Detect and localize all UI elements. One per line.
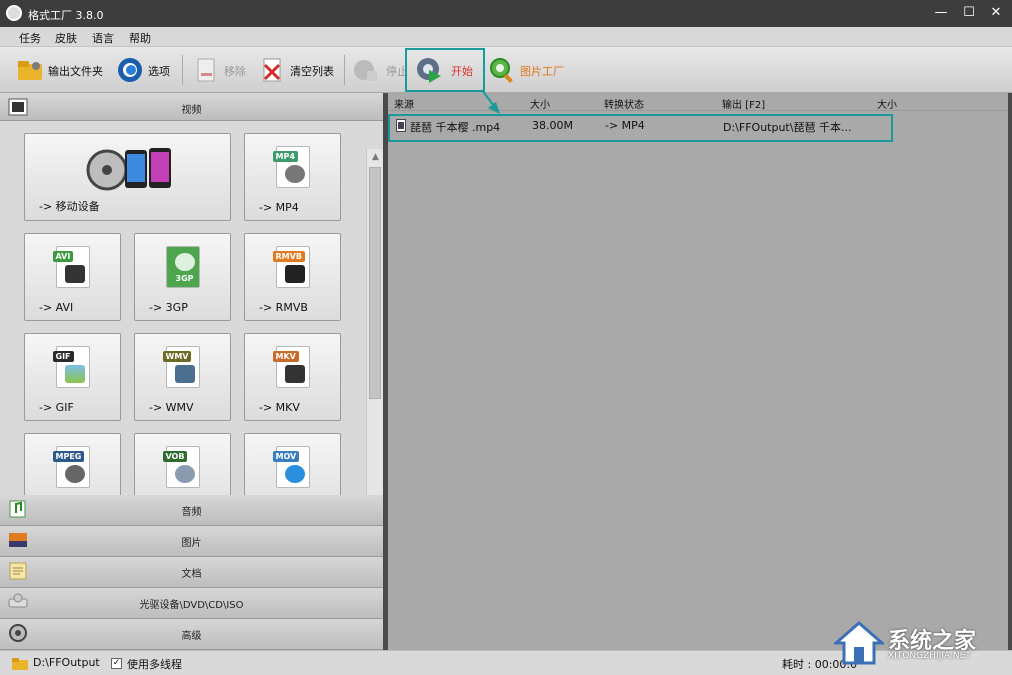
clear-list-icon	[263, 58, 281, 82]
category-document[interactable]: 文档	[0, 557, 383, 588]
format-gif[interactable]: GIF -> GIF	[24, 333, 121, 421]
watermark: 系统之家 XITONGZHIJIA.NET	[830, 617, 1010, 669]
task-list: 来源 大小 转换状态 输出 [F2] 大小 琵琶 千本樱 .mp4 38.00M…	[388, 93, 1008, 650]
maximize-button[interactable]: ☐	[958, 4, 980, 22]
output-folder-button[interactable]: 输出文件夹	[16, 53, 108, 87]
folder-icon	[18, 61, 42, 80]
rmvb-icon: RMVB	[272, 246, 310, 288]
stop-icon	[354, 60, 377, 81]
stop-button[interactable]: 停止	[352, 53, 408, 87]
mkv-icon: MKV	[272, 346, 310, 388]
mobile-device-icon	[86, 148, 171, 191]
avi-icon: AVI	[52, 246, 90, 288]
column-output-size[interactable]: 大小	[877, 96, 897, 111]
wmv-icon: WMV	[162, 346, 200, 388]
toolbar-divider	[344, 55, 345, 85]
vob-icon: VOB	[162, 446, 200, 488]
mpeg-icon: MPEG	[52, 446, 90, 488]
close-button[interactable]: ✕	[985, 4, 1007, 22]
function-panel: 视频 -> 移动设备 MP4 -> MP4 AVI -> AVI 3GP -> …	[0, 93, 383, 650]
format-rmvb[interactable]: RMVB -> RMVB	[244, 233, 341, 321]
multithread-label: 使用多线程	[127, 658, 182, 671]
toolbar: 输出文件夹 选项 移除 清空列表 停止 开始 图片工厂	[0, 47, 1012, 93]
watermark-subtext: XITONGZHIJIA.NET	[888, 651, 971, 661]
category-picture[interactable]: 图片	[0, 526, 383, 557]
minimize-button[interactable]: —	[930, 4, 952, 22]
format-3gp[interactable]: 3GP -> 3GP	[134, 233, 231, 321]
clear-list-button[interactable]: 清空列表	[258, 53, 340, 87]
mp4-icon: MP4	[272, 146, 310, 188]
row-highlight-box	[388, 114, 893, 142]
3gp-icon: 3GP	[165, 246, 200, 288]
window-title: 格式工厂 3.8.0	[28, 9, 104, 22]
format-grid: -> 移动设备 MP4 -> MP4 AVI -> AVI 3GP -> 3GP…	[0, 121, 383, 495]
output-folder-path[interactable]: D:\FFOutput	[33, 656, 100, 669]
menu-task[interactable]: 任务	[19, 30, 41, 46]
multithread-checkbox[interactable]: ✓	[111, 658, 122, 669]
column-size[interactable]: 大小	[530, 96, 550, 111]
menu-language[interactable]: 语言	[92, 30, 114, 46]
format-mp4[interactable]: MP4 -> MP4	[244, 133, 341, 221]
app-logo-icon	[6, 5, 22, 21]
category-optical-drive[interactable]: 光驱设备\DVD\CD\ISO	[0, 588, 383, 619]
output-folder-icon[interactable]	[12, 657, 28, 670]
format-mobile-device[interactable]: -> 移动设备	[24, 133, 231, 221]
start-highlight-box	[405, 48, 485, 92]
toolbar-divider	[182, 55, 183, 85]
remove-button[interactable]: 移除	[192, 53, 252, 87]
format-mkv[interactable]: MKV -> MKV	[244, 333, 341, 421]
title-bar: 格式工厂 3.8.0 — ☐ ✕	[0, 0, 1012, 27]
remove-icon	[197, 58, 215, 82]
category-video[interactable]: 视频	[0, 93, 383, 121]
menu-skin[interactable]: 皮肤	[55, 30, 77, 46]
mov-icon: MOV	[272, 446, 310, 488]
format-mov[interactable]: MOV	[244, 433, 341, 495]
format-vob[interactable]: VOB	[134, 433, 231, 495]
watermark-logo-icon	[834, 621, 884, 665]
format-factory-window: 格式工厂 3.8.0 — ☐ ✕ 任务 皮肤 语言 帮助 输出文件夹 选项 移除…	[0, 0, 1012, 675]
picture-factory-button[interactable]: 图片工厂	[488, 53, 578, 87]
format-wmv[interactable]: WMV -> WMV	[134, 333, 231, 421]
column-output[interactable]: 输出 [F2]	[722, 96, 765, 111]
format-mpeg[interactable]: MPEG	[24, 433, 121, 495]
scroll-up-icon[interactable]: ▲	[367, 149, 383, 165]
column-source[interactable]: 来源	[394, 96, 414, 111]
category-advanced[interactable]: 高级	[0, 619, 383, 650]
menu-help[interactable]: 帮助	[129, 30, 151, 46]
format-avi[interactable]: AVI -> AVI	[24, 233, 121, 321]
options-icon	[118, 58, 142, 82]
category-audio[interactable]: 音频	[0, 495, 383, 526]
scroll-thumb[interactable]	[369, 167, 381, 399]
menu-bar: 任务 皮肤 语言 帮助	[0, 27, 1012, 47]
callout-arrow	[481, 89, 500, 114]
format-scrollbar[interactable]: ▲ ▼	[366, 149, 383, 495]
options-button[interactable]: 选项	[116, 53, 178, 87]
gif-icon: GIF	[52, 346, 90, 388]
picture-factory-icon	[490, 58, 513, 83]
column-status[interactable]: 转换状态	[604, 96, 644, 111]
